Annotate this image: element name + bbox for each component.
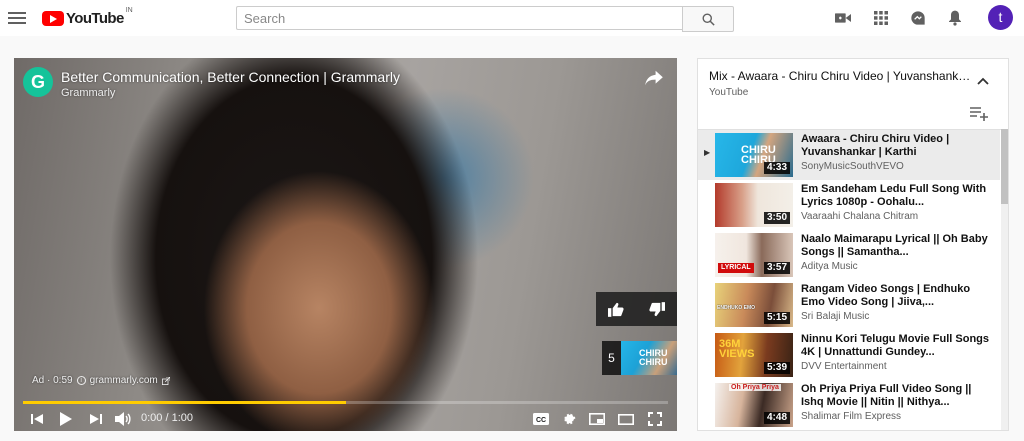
svg-text:CC: CC xyxy=(536,417,546,424)
share-icon[interactable] xyxy=(644,70,664,86)
search-button[interactable] xyxy=(682,6,734,32)
playlist-item[interactable]: LYRICAL 3:57 Naalo Maimarapu Lyrical || … xyxy=(698,230,1000,280)
youtube-play-logo-icon xyxy=(42,10,64,26)
ad-site-link[interactable]: grammarly.com xyxy=(90,375,158,386)
video-player[interactable]: G Better Communication, Better Connectio… xyxy=(14,58,677,431)
video-thumbnail[interactable]: Oh Priya Priya 4:48 xyxy=(715,383,793,427)
time-display: 0:00 / 1:00 xyxy=(141,412,193,424)
search-input[interactable] xyxy=(236,6,682,30)
messages-icon[interactable] xyxy=(909,9,927,27)
video-channel[interactable]: Vaaraahi Chalana Chitram xyxy=(801,211,918,222)
search-bar xyxy=(236,6,734,32)
logo-text: YouTube xyxy=(66,9,124,27)
playlist-items: ▶ CHIRU CHIRU 4:33 Awaara - Chiru Chiru … xyxy=(698,129,1008,430)
playlist-item[interactable]: 36M VIEWS 5:39 Ninnu Kori Telugu Movie F… xyxy=(698,330,1000,380)
playlist-scrollbar[interactable] xyxy=(1001,129,1008,430)
video-title[interactable]: Rangam Video Songs | Endhuko Emo Video S… xyxy=(801,283,991,309)
notifications-bell-icon[interactable] xyxy=(946,9,964,27)
thumbnail-caption: Oh Priya Priya xyxy=(729,384,781,391)
video-channel[interactable]: Aditya Music xyxy=(801,261,858,272)
like-dislike-overlay xyxy=(596,292,677,326)
captions-icon[interactable]: CC xyxy=(532,410,550,428)
video-title[interactable]: Awaara - Chiru Chiru Video | Yuvanshanka… xyxy=(801,133,991,159)
up-next-thumbnail: CHIRU CHIRU xyxy=(621,341,677,375)
playlist-item[interactable]: 3:50 Em Sandeham Ledu Full Song With Lyr… xyxy=(698,180,1000,230)
playlist-item[interactable]: ▶ CHIRU CHIRU 4:33 Awaara - Chiru Chiru … xyxy=(698,130,1000,180)
volume-icon[interactable] xyxy=(114,410,132,428)
video-thumbnail[interactable]: LYRICAL 3:57 xyxy=(715,233,793,277)
video-duration: 5:39 xyxy=(763,362,790,374)
top-bar: YouTube IN t xyxy=(0,0,1024,36)
account-avatar[interactable]: t xyxy=(988,5,1013,30)
apps-grid-icon[interactable] xyxy=(872,9,890,27)
mix-playlist-panel: Mix - Awaara - Chiru Chiru Video | Yuvan… xyxy=(697,58,1009,431)
video-duration: 3:57 xyxy=(763,262,790,274)
external-link-icon[interactable] xyxy=(161,376,170,385)
miniplayer-icon[interactable] xyxy=(588,410,606,428)
ad-channel[interactable]: Grammarly xyxy=(61,87,115,99)
thumbnail-caption: ENDHUKO EMO xyxy=(717,305,756,311)
video-title[interactable]: Em Sandeham Ledu Full Song With Lyrics 1… xyxy=(801,183,991,209)
video-thumbnail[interactable]: 36M VIEWS 5:39 xyxy=(715,333,793,377)
fullscreen-icon[interactable] xyxy=(646,410,664,428)
video-duration: 5:15 xyxy=(763,312,790,324)
ad-title[interactable]: Better Communication, Better Connection … xyxy=(61,69,400,85)
now-playing-indicator: ▶ xyxy=(704,148,711,157)
playlist-channel[interactable]: YouTube xyxy=(709,87,748,98)
progress-bar[interactable] xyxy=(23,401,668,404)
video-duration: 3:50 xyxy=(763,212,790,224)
theater-mode-icon[interactable] xyxy=(617,410,635,428)
settings-gear-icon[interactable] xyxy=(560,410,578,428)
menu-icon[interactable] xyxy=(8,9,26,25)
thumbs-up-icon[interactable] xyxy=(607,300,625,318)
playlist-header: Mix - Awaara - Chiru Chiru Video | Yuvan… xyxy=(698,59,1008,129)
video-thumbnail[interactable]: CHIRU CHIRU 4:33 xyxy=(715,133,793,177)
video-title[interactable]: Naalo Maimarapu Lyrical || Oh Baby Songs… xyxy=(801,233,991,259)
up-next-count: 5 xyxy=(602,341,621,375)
advertiser-logo[interactable]: G xyxy=(23,67,53,97)
play-icon[interactable] xyxy=(57,410,75,428)
playlist-item[interactable]: ENDHUKO EMO 5:15 Rangam Video Songs | En… xyxy=(698,280,1000,330)
playlist-title[interactable]: Mix - Awaara - Chiru Chiru Video | Yuvan… xyxy=(709,69,973,83)
video-title[interactable]: Oh Priya Priya Full Video Song || Ishq M… xyxy=(801,383,991,409)
player-controls: 0:00 / 1:00 CC xyxy=(14,407,677,431)
create-video-icon[interactable] xyxy=(834,9,852,27)
video-channel[interactable]: Shalimar Film Express xyxy=(801,411,901,422)
video-duration: 4:48 xyxy=(763,412,790,424)
video-channel[interactable]: SonyMusicSouthVEVO xyxy=(801,161,904,172)
thumbnail-caption: 36M VIEWS xyxy=(719,338,755,360)
video-thumbnail[interactable]: 3:50 xyxy=(715,183,793,227)
logo-region: IN xyxy=(125,7,133,14)
previous-icon[interactable] xyxy=(28,410,46,428)
video-title[interactable]: Ninnu Kori Telugu Movie Full Songs 4K | … xyxy=(801,333,991,359)
playlist-item[interactable]: Oh Priya Priya 4:48 Oh Priya Priya Full … xyxy=(698,380,1000,430)
video-thumbnail[interactable]: ENDHUKO EMO 5:15 xyxy=(715,283,793,327)
search-icon xyxy=(702,13,715,26)
video-duration: 4:33 xyxy=(763,162,790,174)
video-channel[interactable]: DVV Entertainment xyxy=(801,361,887,372)
chevron-up-icon[interactable] xyxy=(975,73,991,89)
save-to-playlist-icon[interactable] xyxy=(970,106,988,122)
scrollbar-thumb[interactable] xyxy=(1001,129,1008,204)
ad-info: Ad · 0:59 i grammarly.com xyxy=(32,375,170,386)
video-channel[interactable]: Sri Balaji Music xyxy=(801,311,869,322)
youtube-logo[interactable]: YouTube IN xyxy=(42,7,133,27)
info-icon[interactable]: i xyxy=(76,376,86,385)
ad-timer: Ad · 0:59 xyxy=(32,375,73,386)
thumbs-down-icon[interactable] xyxy=(648,300,666,318)
next-icon[interactable] xyxy=(87,410,105,428)
up-next-preview[interactable]: 5 CHIRU CHIRU xyxy=(602,341,677,375)
thumbnail-caption: LYRICAL xyxy=(718,263,754,273)
progress-fill xyxy=(23,401,346,404)
